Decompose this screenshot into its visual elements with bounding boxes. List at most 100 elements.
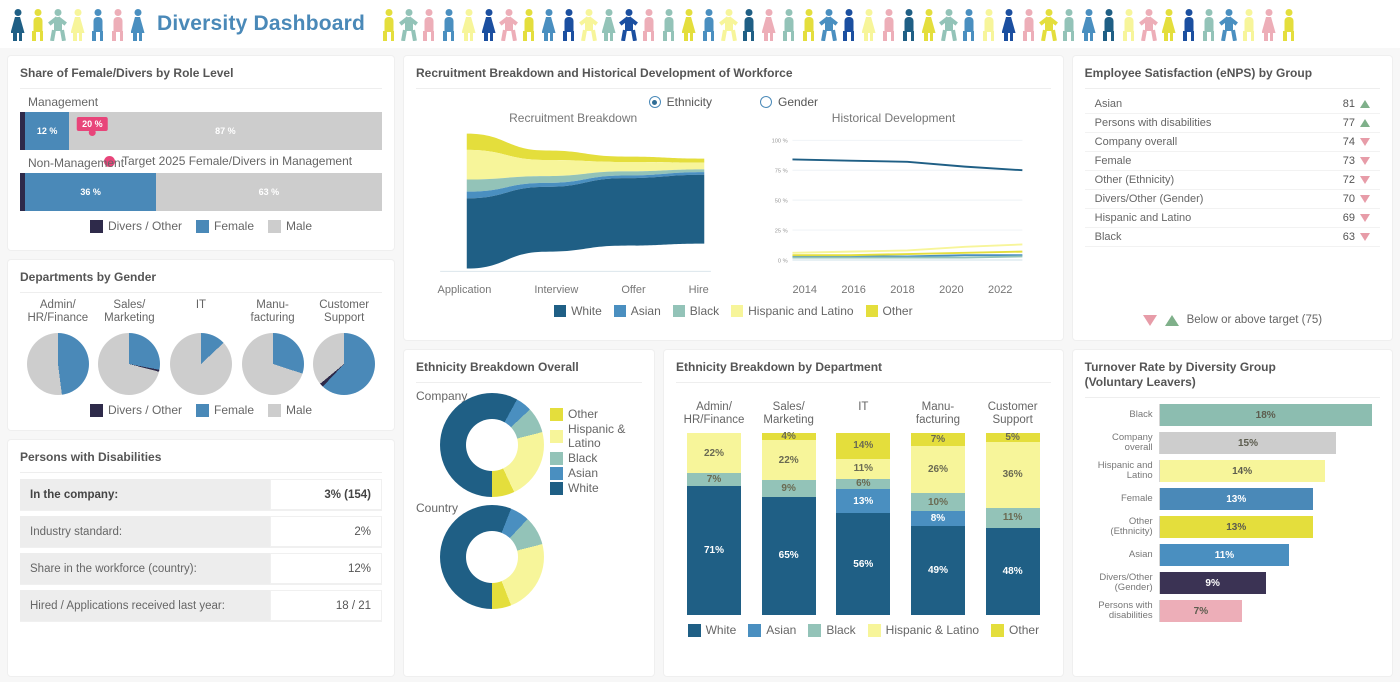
legend-item[interactable]: Other <box>550 407 642 421</box>
donut-country[interactable] <box>440 505 544 609</box>
legend-item[interactable]: Hispanic and Latino <box>731 304 854 318</box>
legend-label: Hispanic & Latino <box>885 623 980 637</box>
legend-swatch <box>268 219 281 233</box>
card-recruitment-breakdown: Recruitment Breakdown and Historical Dev… <box>404 56 1063 340</box>
turnover-row[interactable]: Black 18% <box>1085 404 1380 426</box>
legend-label: Male <box>286 403 313 417</box>
department-pie-cell[interactable]: Customer Support <box>308 299 380 395</box>
enps-group-label: Divers/Other (Gender) <box>1094 193 1204 205</box>
department-stack-cell[interactable]: Manu-facturing 7% 26% 10% 8% 49% <box>904 401 972 615</box>
historical-line-chart[interactable]: Historical Development 0 % 25 % 50 % 75 % 10… <box>736 111 1050 296</box>
row-value: 18 / 21 <box>270 590 382 621</box>
legend-label: Black <box>689 304 720 318</box>
department-stack-cell[interactable]: IT 14% 11% 6% 13% 56% <box>829 401 897 615</box>
enps-group-label: Company overall <box>1094 136 1178 148</box>
enps-row[interactable]: Persons with disabilities 77 <box>1084 114 1380 133</box>
nonmanagement-stacked-bar[interactable]: 36 % 63 % <box>20 173 382 211</box>
person-icon <box>379 7 398 41</box>
legend-item[interactable]: Divers / Other <box>89 219 182 233</box>
department-stack-cell[interactable]: Admin/HR/Finance 22% 7% 71% <box>680 401 748 615</box>
person-icon <box>419 7 438 41</box>
person-icon <box>1099 7 1118 41</box>
segment-male: 63 % <box>155 173 382 211</box>
legend-item[interactable]: Divers / Other <box>89 403 182 417</box>
stack-segment: 11% <box>985 507 1040 528</box>
turnover-row[interactable]: Persons with disabilities 7% <box>1085 600 1380 622</box>
middle-column: Recruitment Breakdown and Historical Dev… <box>404 56 1063 676</box>
turnover-row[interactable]: Company overall 15% <box>1085 432 1380 454</box>
axis-tick-label: Offer <box>621 284 646 296</box>
stack-segment: 8% <box>910 511 965 526</box>
legend-item[interactable]: Asian <box>613 304 661 318</box>
person-icon <box>519 7 538 41</box>
department-pie-cell[interactable]: Manu-facturing <box>237 299 309 395</box>
enps-row[interactable]: Other (Ethnicity) 72 <box>1084 171 1380 190</box>
legend-item[interactable]: Asian <box>550 466 642 480</box>
legend-label: Black <box>826 623 856 637</box>
turnover-row[interactable]: Female 13% <box>1085 488 1380 510</box>
turnover-label: Black <box>1129 408 1153 420</box>
dashboard-grid: Share of Female/Divers by Role Level Man… <box>0 48 1400 682</box>
department-pie-row: Admin/HR/Finance Sales/Marketing IT Manu-fa… <box>20 299 382 395</box>
turnover-label: Asian <box>1128 548 1153 560</box>
turnover-bar: 11% <box>1159 544 1290 566</box>
enps-group-label: Asian <box>1094 98 1123 110</box>
turnover-row[interactable]: Other (Ethnicity) 13% <box>1085 516 1380 538</box>
recruitment-funnel-chart[interactable]: Recruitment Breakdown Application Intervi… <box>416 111 730 296</box>
turnover-row[interactable]: Hispanic and Latino 14% <box>1085 460 1380 482</box>
legend-item[interactable]: Hispanic & Latino <box>550 422 642 450</box>
legend-item[interactable]: White <box>550 481 642 495</box>
target-dot <box>88 129 96 136</box>
legend-item[interactable]: White <box>554 304 602 318</box>
legend-item[interactable]: Hispanic & Latino <box>867 623 980 637</box>
enps-row[interactable]: Company overall 74 <box>1084 133 1380 152</box>
department-pie-cell[interactable]: Sales/Marketing <box>94 299 166 395</box>
department-pie-cell[interactable]: IT <box>165 299 237 395</box>
legend-item[interactable]: Male <box>268 403 312 417</box>
department-pie-cell[interactable]: Admin/HR/Finance <box>22 299 94 395</box>
department-label: Admin/HR/Finance <box>683 401 745 427</box>
person-icon <box>1199 7 1218 41</box>
turnover-track: 9% <box>1158 572 1380 594</box>
legend-item[interactable]: Asian <box>748 623 796 637</box>
legend-item[interactable]: Black <box>808 623 856 637</box>
legend-item[interactable]: Female <box>195 403 254 417</box>
turnover-bar: 9% <box>1159 572 1266 594</box>
legend-gender: Divers / Other Female Male <box>20 219 382 233</box>
enps-row[interactable]: Hispanic and Latino 69 <box>1084 209 1380 228</box>
turnover-row[interactable]: Divers/Other (Gender) 9% <box>1085 572 1380 594</box>
radio-ethnicity[interactable]: Ethnicity <box>648 95 712 109</box>
legend-item[interactable]: Black <box>550 451 642 465</box>
legend-item[interactable]: Female <box>195 219 254 233</box>
enps-row[interactable]: Female 73 <box>1084 152 1380 171</box>
enps-row[interactable]: Divers/Other (Gender) 70 <box>1084 190 1380 209</box>
stack-segment: 48% <box>985 527 1040 615</box>
breakdown-dimension-radios[interactable]: Ethnicity Gender <box>416 95 1051 109</box>
stacked-bar: 14% 11% 6% 13% 56% <box>836 433 891 615</box>
legend-item[interactable]: Black <box>672 304 720 318</box>
history-x-axis: 2014 2016 2018 2020 2022 <box>736 284 1050 296</box>
triangle-down-icon <box>1360 157 1370 165</box>
legend-item[interactable]: White <box>687 623 736 637</box>
enps-row[interactable]: Asian 81 <box>1084 95 1380 114</box>
legend-swatch <box>89 219 103 233</box>
department-label: Sales/Marketing <box>104 299 155 325</box>
axis-tick-label: 2018 <box>890 284 915 296</box>
person-icon <box>28 7 47 41</box>
legend-item[interactable]: Other <box>991 623 1039 637</box>
management-stacked-bar[interactable]: 12 % 87 % 20 % <box>20 112 382 150</box>
legend-item[interactable]: Male <box>268 219 312 233</box>
legend-item[interactable]: Other <box>865 304 913 318</box>
triangle-down-icon <box>1142 314 1157 326</box>
right-column: Employee Satisfaction (eNPS) by Group As… <box>1072 56 1392 676</box>
radio-gender[interactable]: Gender <box>759 95 818 109</box>
department-stack-cell[interactable]: Customer Support 5% 36% 11% 48% <box>979 401 1047 615</box>
turnover-row[interactable]: Asian 11% <box>1085 544 1380 566</box>
enps-row[interactable]: Black 63 <box>1084 228 1380 247</box>
axis-tick-label: 25 % <box>775 228 788 234</box>
stack-segment: 5% <box>985 432 1040 443</box>
person-icon <box>459 7 478 41</box>
donut-company[interactable] <box>440 393 544 497</box>
turnover-bar: 13% <box>1159 516 1313 538</box>
department-stack-cell[interactable]: Sales/Marketing 4% 22% 9% 65% <box>755 401 823 615</box>
